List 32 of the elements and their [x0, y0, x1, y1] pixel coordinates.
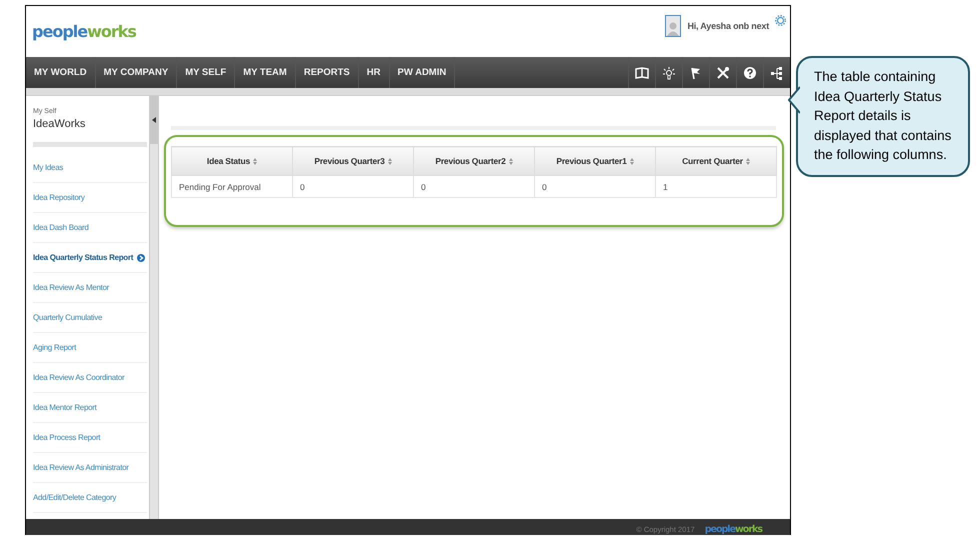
column-title: Idea Status [206, 156, 250, 166]
menu-item[interactable]: Idea Review As Administrator [33, 463, 129, 472]
module-title: IdeaWorks [33, 118, 86, 130]
menu-item[interactable]: Idea Quarterly Status Report [33, 253, 134, 262]
column-header[interactable]: Previous Quarter1 [534, 146, 656, 176]
footer-logo: peopleworks [704, 524, 762, 534]
menu-item[interactable]: Idea Review As Mentor [33, 283, 109, 292]
column-title: Previous Quarter2 [435, 156, 506, 166]
logo: peopleworks [32, 22, 136, 40]
column-header[interactable]: Previous Quarter2 [414, 146, 534, 176]
column-header[interactable]: Previous Quarter3 [292, 146, 414, 176]
menu-item[interactable]: Idea Review As Coordinator [33, 373, 124, 382]
table-cell: 0 [414, 176, 534, 198]
table-cell: 1 [656, 176, 776, 198]
menu-item[interactable]: Add/Edit/Delete Category [33, 493, 116, 502]
column-header[interactable]: Current Quarter [656, 146, 776, 176]
menu-item[interactable]: Idea Mentor Report [33, 403, 97, 412]
callout-text: The table containing Idea Quarterly Status Report details is displayed that contains the following columns. [814, 69, 952, 162]
column-title: Previous Quarter1 [556, 156, 627, 166]
menu-item[interactable]: My Ideas [33, 163, 64, 172]
column-title: Current Quarter [682, 156, 743, 166]
table-cell: 0 [534, 176, 656, 198]
user-greeting: Hi, Ayesha onb next [687, 21, 769, 31]
table-cell: 0 [292, 176, 414, 198]
menu-item[interactable]: Idea Repository [33, 193, 85, 202]
table-cell: Pending For Approval [172, 176, 292, 198]
column-header[interactable]: Idea Status [172, 146, 292, 176]
menu-item[interactable]: Idea Process Report [33, 433, 100, 442]
column-title: Previous Quarter3 [314, 156, 385, 166]
menu-item[interactable]: Quarterly Cumulative [33, 313, 102, 322]
menu-item[interactable]: Idea Dash Board [33, 223, 89, 232]
menu-item[interactable]: Aging Report [33, 343, 76, 352]
